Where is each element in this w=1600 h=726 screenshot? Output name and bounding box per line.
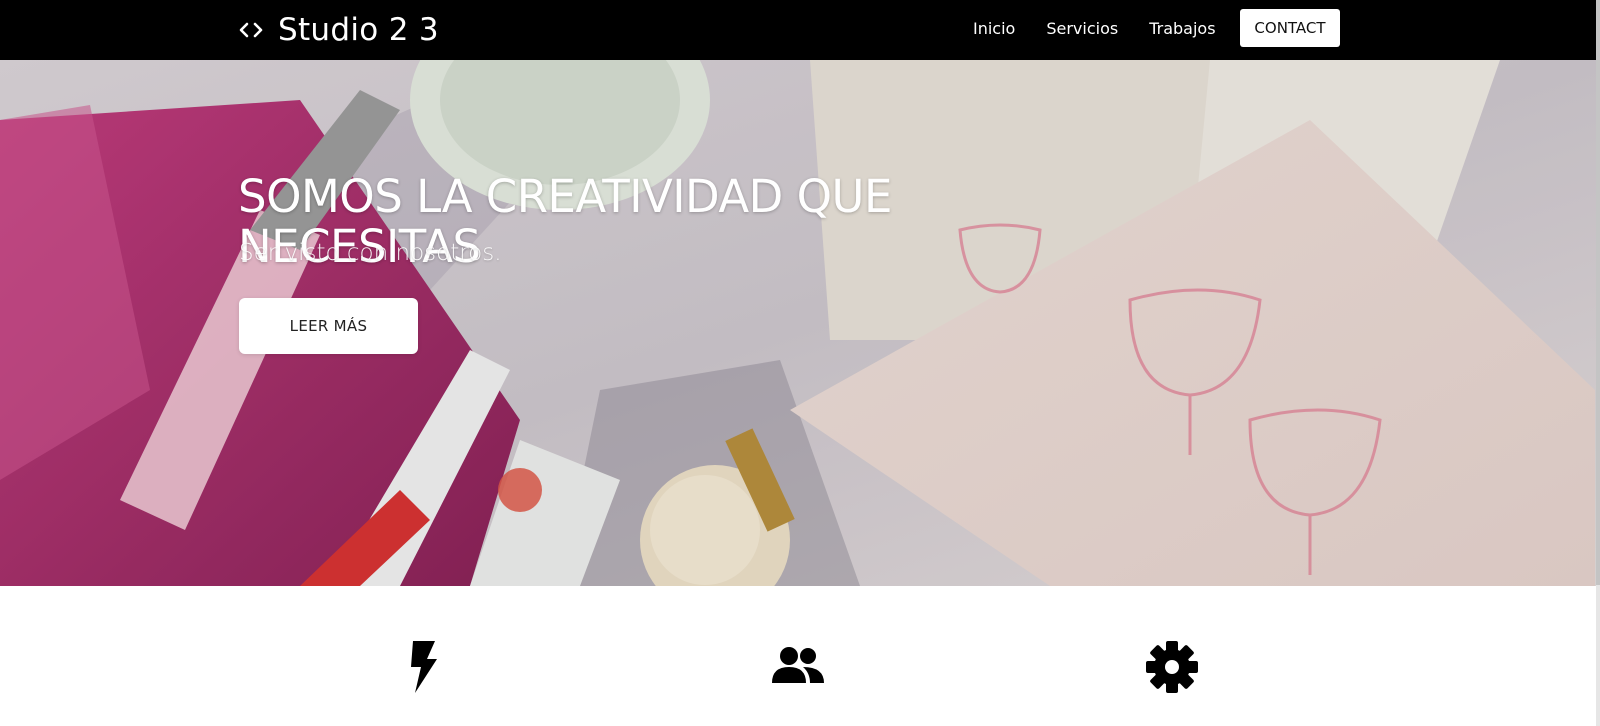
contact-button[interactable]: CONTACT — [1240, 9, 1340, 47]
nav-link-trabajos[interactable]: Trabajos — [1149, 19, 1215, 38]
people-group-icon — [772, 647, 824, 683]
code-brackets-icon — [239, 22, 263, 38]
read-more-button[interactable]: LEER MÁS — [239, 298, 418, 354]
gear-icon — [1146, 641, 1198, 693]
hero-subtitle: Ser visto con nosotros. — [239, 240, 502, 266]
hero-section: SOMOS LA CREATIVIDAD QUE NECESITAS Ser v… — [0, 60, 1596, 586]
lightning-bolt-icon — [411, 641, 437, 693]
nav-link-inicio[interactable]: Inicio — [973, 19, 1015, 38]
main-nav: Inicio Servicios Trabajos — [973, 0, 1247, 56]
top-navbar: Studio 2 3 Inicio Servicios Trabajos CON… — [0, 0, 1596, 60]
scrollbar-thumb[interactable] — [1596, 0, 1600, 585]
brand-title: Studio 2 3 — [278, 12, 439, 48]
features-section — [0, 586, 1596, 726]
nav-link-servicios[interactable]: Servicios — [1046, 19, 1118, 38]
brand-link[interactable]: Studio 2 3 — [238, 10, 439, 50]
page-scrollbar[interactable] — [1596, 0, 1600, 726]
